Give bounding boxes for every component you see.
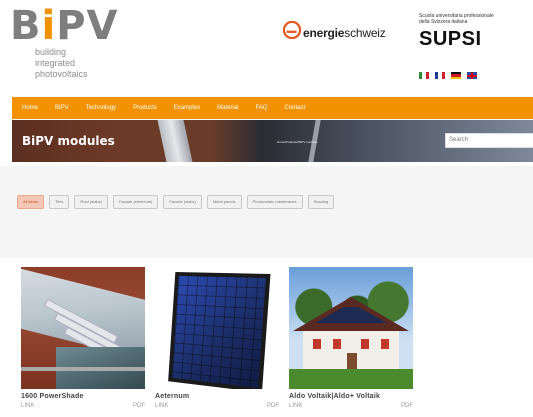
nav-item-products[interactable]: Products — [133, 105, 157, 111]
filter-all-items[interactable]: All items — [17, 195, 45, 209]
nav-item-contact[interactable]: Contact — [284, 105, 305, 111]
page-banner: BiPV modules Home/Products/BIPV modules … — [12, 120, 533, 162]
product-image[interactable] — [289, 267, 413, 389]
logo-subtitle-line: photovoltaics — [35, 69, 88, 79]
italian-flag-icon[interactable] — [419, 72, 429, 79]
product-link[interactable]: LINK — [21, 403, 34, 409]
product-link[interactable]: LINK — [289, 403, 302, 409]
filter-tiles[interactable]: Tiles — [49, 195, 70, 209]
banner-decoration — [157, 120, 193, 162]
main-navigation: Home BIPV Technology Products Examples M… — [12, 97, 533, 119]
product-pdf-link[interactable]: PDF — [401, 403, 413, 409]
supsi-logo[interactable]: Scuola universitaria professionale della… — [419, 13, 494, 51]
nav-item-examples[interactable]: Examples — [174, 105, 200, 111]
supsi-subtitle-line: della Svizzera italiana — [419, 19, 468, 25]
product-link[interactable]: LINK — [155, 403, 168, 409]
logo-subtitle-line: integrated — [35, 58, 76, 68]
nav-item-faq[interactable]: FAQ — [255, 105, 267, 111]
page-title: BiPV modules — [22, 134, 115, 148]
german-flag-icon[interactable] — [451, 72, 461, 79]
bipv-logo[interactable]: BiPV building integrated photovoltaics — [10, 6, 119, 80]
product-pdf-link[interactable]: PDF — [133, 403, 145, 409]
filter-metal-panels[interactable]: Metal panels — [206, 195, 242, 209]
nav-item-home[interactable]: Home — [22, 105, 38, 111]
nav-item-material[interactable]: Material — [217, 105, 238, 111]
search-input[interactable]: Search — [445, 133, 533, 148]
energieschweiz-mark-icon — [283, 21, 301, 39]
product-title[interactable]: Aeternum — [155, 393, 279, 400]
supsi-wordmark: SUPSI — [419, 28, 482, 50]
energieschweiz-logo[interactable]: energieschweiz — [283, 20, 386, 40]
logo-wordmark: BiPV — [10, 3, 119, 49]
nav-item-bipv[interactable]: BIPV — [55, 105, 69, 111]
energieschweiz-wordmark: energieschweiz — [303, 26, 386, 40]
supsi-subtitle: Scuola universitaria professionale della… — [419, 13, 494, 25]
category-filters: All items Tiles Roof (slabs) Facade (ele… — [17, 195, 335, 209]
breadcrumb[interactable]: Home/Products/BIPV modules — [277, 140, 318, 144]
french-flag-icon[interactable] — [435, 72, 445, 79]
product-title[interactable]: Aldo Voltaik|Aldo+ Voltaik — [289, 393, 413, 400]
filter-shading[interactable]: Shading — [307, 195, 335, 209]
filter-photovoltaic-membranes[interactable]: Photovoltaic membranes — [246, 195, 303, 209]
language-switcher — [419, 72, 477, 79]
product-card: Aldo Voltaik|Aldo+ Voltaik LINK PDF — [289, 267, 413, 409]
logo-subtitle: building integrated photovoltaics — [35, 47, 119, 80]
filter-panel — [0, 166, 533, 258]
product-image[interactable] — [155, 267, 279, 389]
product-title[interactable]: 1600 PowerShade — [21, 393, 145, 400]
nav-item-technology[interactable]: Technology — [86, 105, 116, 111]
product-card: 1600 PowerShade LINK PDF — [21, 267, 145, 409]
filter-facade-slabs[interactable]: Facade (slabs) — [163, 195, 202, 209]
product-grid: 1600 PowerShade LINK PDF Aeternum LINK P… — [21, 267, 413, 409]
product-card: Aeternum LINK PDF — [155, 267, 279, 409]
filter-facade-elements[interactable]: Facade (elements) — [112, 195, 159, 209]
english-flag-icon[interactable] — [467, 72, 477, 79]
product-image[interactable] — [21, 267, 145, 389]
filter-roof-slabs[interactable]: Roof (slabs) — [74, 195, 108, 209]
product-pdf-link[interactable]: PDF — [267, 403, 279, 409]
